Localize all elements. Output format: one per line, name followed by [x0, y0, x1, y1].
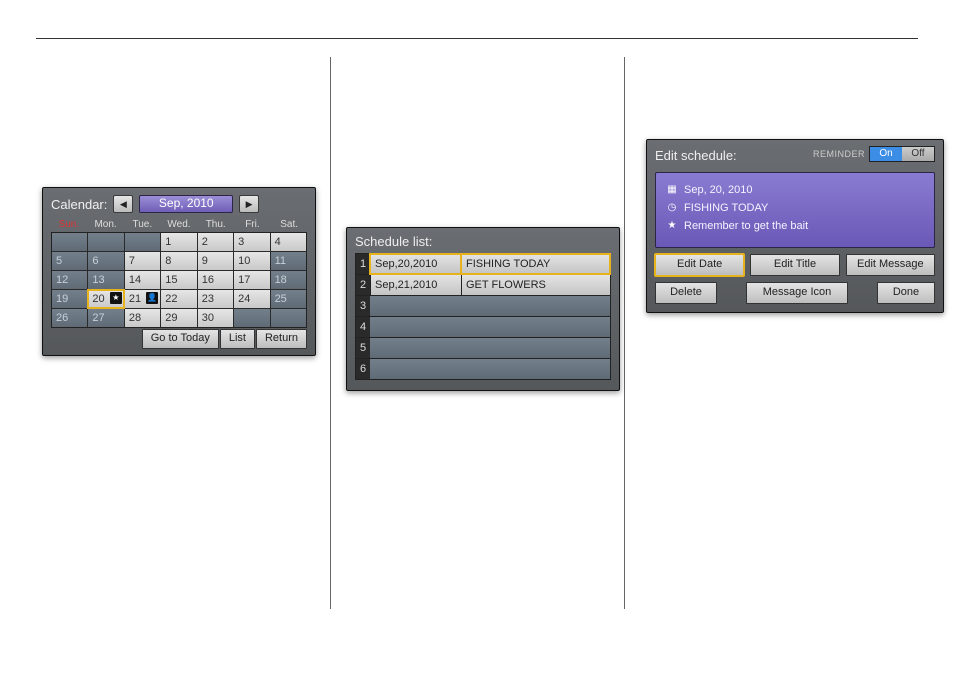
schedule-row-6: 6 [356, 359, 610, 379]
calendar-day-23[interactable]: 23 [198, 290, 233, 308]
calendar-day-7[interactable]: 7 [125, 252, 160, 270]
edit-date-button[interactable]: Edit Date [655, 254, 744, 276]
person-icon: 👤 [146, 292, 158, 304]
calendar-day-30[interactable]: 30 [198, 309, 233, 327]
schedule-row-1[interactable]: 1Sep,20,2010FISHING TODAY [356, 254, 610, 275]
calendar-day-28[interactable]: 28 [125, 309, 160, 327]
calendar-day-11[interactable]: 11 [271, 252, 306, 270]
dow-thu: Thu. [198, 218, 234, 231]
reminder-on[interactable]: On [870, 147, 902, 161]
column-divider-1 [330, 57, 331, 609]
schedule-date: Sep,20,2010 [370, 254, 461, 274]
calendar-day-22[interactable]: 22 [161, 290, 196, 308]
schedule-row-index: 2 [356, 275, 370, 295]
calendar-day-29[interactable]: 29 [161, 309, 196, 327]
delete-button[interactable]: Delete [655, 282, 717, 304]
calendar-day-20[interactable]: 20★ [88, 290, 123, 308]
star-icon: ★ [666, 220, 678, 232]
schedule-row-index: 5 [356, 338, 370, 358]
calendar-day-26[interactable]: 26 [52, 309, 87, 327]
calendar-day-empty [52, 233, 87, 251]
calendar-panel: Calendar: ◀ Sep, 2010 ▶ Sun.Mon.Tue.Wed.… [42, 187, 316, 356]
schedule-row-index: 1 [356, 254, 370, 274]
calendar-day-16[interactable]: 16 [198, 271, 233, 289]
go-to-today-button[interactable]: Go to Today [142, 329, 219, 349]
list-button[interactable]: List [220, 329, 255, 349]
edit-message-button[interactable]: Edit Message [846, 254, 935, 276]
schedule-row-index: 6 [356, 359, 370, 379]
calendar-day-27[interactable]: 27 [88, 309, 123, 327]
dow-sat: Sat. [271, 218, 307, 231]
dow-mon: Mon. [88, 218, 124, 231]
dow-tue: Tue. [124, 218, 160, 231]
edit-subject-value: FISHING TODAY [684, 199, 768, 217]
schedule-date: Sep,21,2010 [370, 275, 461, 295]
schedule-list-panel: Schedule list: 1Sep,20,2010FISHING TODAY… [346, 227, 620, 391]
next-month-button[interactable]: ▶ [239, 195, 259, 213]
calendar-icon: ▦ [666, 184, 678, 196]
calendar-day-19[interactable]: 19 [52, 290, 87, 308]
schedule-row-2[interactable]: 2Sep,21,2010GET FLOWERS [356, 275, 610, 296]
schedule-title: GET FLOWERS [461, 275, 610, 295]
calendar-day-17[interactable]: 17 [234, 271, 269, 289]
schedule-list-title: Schedule list: [355, 234, 611, 249]
calendar-day-empty [88, 233, 123, 251]
dow-fri: Fri. [235, 218, 271, 231]
edit-message-value: Remember to get the bait [684, 217, 808, 235]
schedule-row-3: 3 [356, 296, 610, 317]
dow-sun: Sun. [51, 218, 87, 231]
calendar-day-9[interactable]: 9 [198, 252, 233, 270]
calendar-day-12[interactable]: 12 [52, 271, 87, 289]
calendar-day-21[interactable]: 21👤 [125, 290, 160, 308]
calendar-day-empty [234, 309, 269, 327]
schedule-title: FISHING TODAY [461, 254, 610, 274]
calendar-day-15[interactable]: 15 [161, 271, 196, 289]
done-button[interactable]: Done [877, 282, 935, 304]
calendar-day-1[interactable]: 1 [161, 233, 196, 251]
return-button[interactable]: Return [256, 329, 307, 349]
calendar-day-3[interactable]: 3 [234, 233, 269, 251]
calendar-day-5[interactable]: 5 [52, 252, 87, 270]
calendar-day-13[interactable]: 13 [88, 271, 123, 289]
calendar-day-8[interactable]: 8 [161, 252, 196, 270]
column-divider-2 [624, 57, 625, 609]
schedule-row-4: 4 [356, 317, 610, 338]
calendar-day-empty [125, 233, 160, 251]
calendar-day-24[interactable]: 24 [234, 290, 269, 308]
edit-schedule-title: Edit schedule: [655, 148, 737, 163]
schedule-row-5: 5 [356, 338, 610, 359]
reminder-off[interactable]: Off [902, 147, 934, 161]
current-month-label[interactable]: Sep, 2010 [139, 195, 233, 213]
schedule-row-index: 3 [356, 296, 370, 316]
calendar-day-10[interactable]: 10 [234, 252, 269, 270]
calendar-day-empty [271, 309, 306, 327]
edit-body: ▦ Sep, 20, 2010 ◷ FISHING TODAY ★ Rememb… [655, 172, 935, 248]
reminder-toggle[interactable]: On Off [869, 146, 935, 162]
calendar-day-2[interactable]: 2 [198, 233, 233, 251]
calendar-day-18[interactable]: 18 [271, 271, 306, 289]
message-icon-button[interactable]: Message Icon [746, 282, 848, 304]
schedule-row-index: 4 [356, 317, 370, 337]
calendar-day-4[interactable]: 4 [271, 233, 306, 251]
calendar-day-14[interactable]: 14 [125, 271, 160, 289]
calendar-day-25[interactable]: 25 [271, 290, 306, 308]
calendar-day-6[interactable]: 6 [88, 252, 123, 270]
edit-schedule-panel: Edit schedule: REMINDER On Off ▦ Sep, 20… [646, 139, 944, 313]
reminder-toggle-group: REMINDER On Off [813, 146, 935, 162]
edit-title-button[interactable]: Edit Title [750, 254, 839, 276]
prev-month-button[interactable]: ◀ [113, 195, 133, 213]
star-icon: ★ [110, 292, 122, 304]
dow-wed: Wed. [161, 218, 197, 231]
reminder-label: REMINDER [813, 149, 865, 159]
calendar-title: Calendar: [51, 197, 107, 212]
clock-icon: ◷ [666, 202, 678, 214]
edit-date-value: Sep, 20, 2010 [684, 181, 753, 199]
